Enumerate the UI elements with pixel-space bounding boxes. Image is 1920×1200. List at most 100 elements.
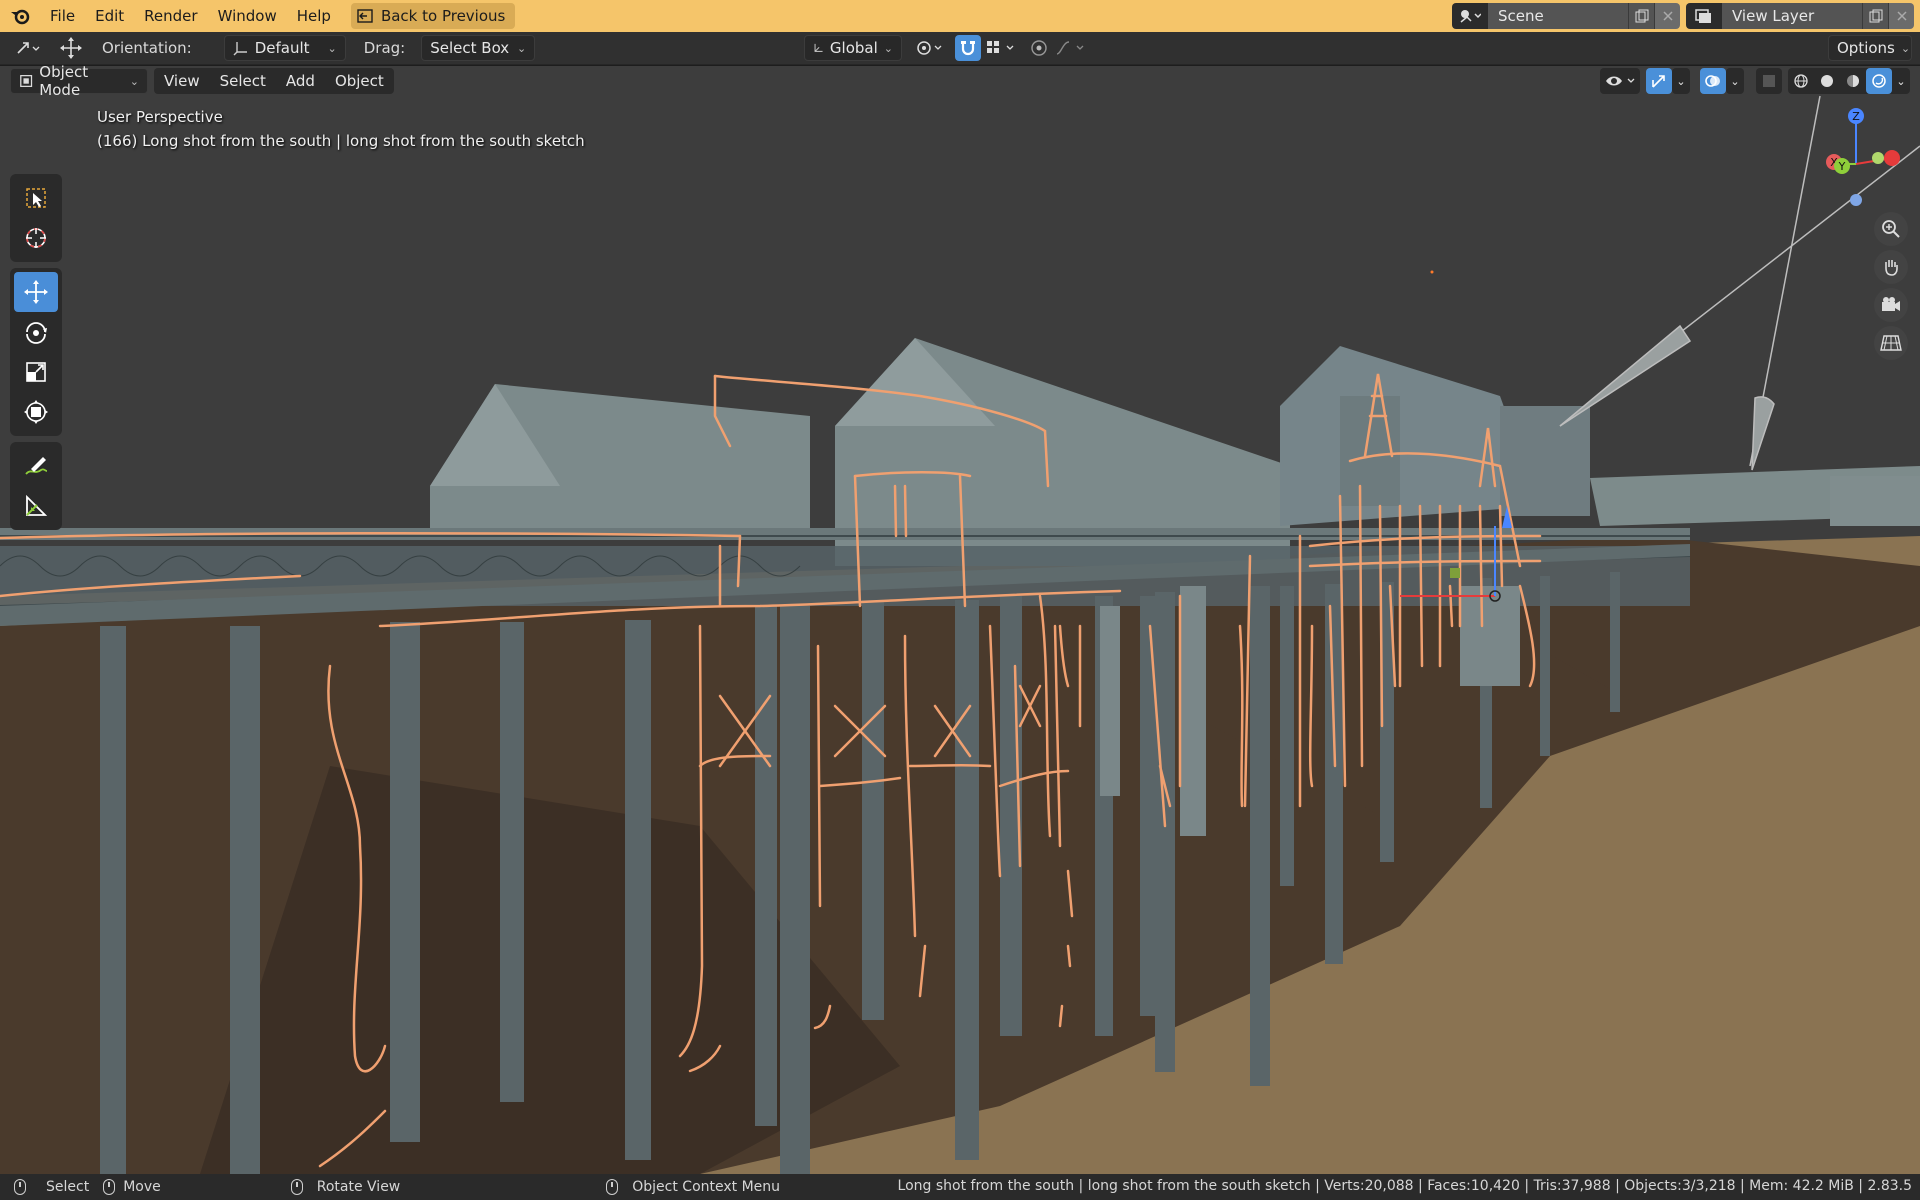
- chevron-down-icon[interactable]: ⌄: [1672, 68, 1690, 94]
- options-dropdown[interactable]: Options ⌄: [1828, 35, 1912, 61]
- perspective-toggle-icon[interactable]: [1874, 326, 1908, 360]
- menu-window[interactable]: Window: [208, 0, 287, 32]
- rotate-tool-icon[interactable]: [14, 312, 58, 352]
- view-layer-selector[interactable]: View Layer: [1686, 3, 1914, 29]
- orientation-value: Default: [254, 39, 310, 57]
- right-mouse-icon: [606, 1179, 619, 1195]
- view-perspective-label: User Perspective: [97, 108, 223, 126]
- menu-render[interactable]: Render: [134, 0, 207, 32]
- viewport-header: Object Mode ⌄ View Select Add Object ⌄ ⌄…: [0, 63, 1920, 99]
- middle-mouse-icon: [103, 1179, 116, 1195]
- orientation-dropdown[interactable]: Default ⌄: [223, 35, 346, 61]
- viewport-shading-controls: ⌄ ⌄ ⌄: [1600, 68, 1910, 94]
- tool-settings-header: Orientation: Default ⌄ Drag: Select Box …: [0, 32, 1920, 65]
- menu-view[interactable]: View: [154, 72, 210, 90]
- new-scene-icon[interactable]: [1628, 3, 1654, 29]
- tool-type-icon[interactable]: [8, 35, 48, 61]
- scene-selector[interactable]: Scene: [1452, 3, 1680, 29]
- chevron-down-icon: ⌄: [1900, 41, 1911, 55]
- annotate-tool-icon[interactable]: [14, 446, 58, 486]
- transform-orientation-dropdown[interactable]: Global ⌄: [804, 35, 902, 61]
- orientation-icon: [233, 42, 247, 56]
- menu-select[interactable]: Select: [210, 72, 276, 90]
- viewport-menus: View Select Add Object: [154, 68, 394, 94]
- shading-mode-group: ⌄: [1788, 68, 1910, 94]
- transform-orientation-value: Global: [829, 39, 878, 57]
- menu-help[interactable]: Help: [287, 0, 341, 32]
- back-label: Back to Previous: [380, 7, 506, 25]
- blender-logo-icon[interactable]: [0, 0, 40, 32]
- global-orientation-icon: [814, 43, 823, 52]
- chevron-down-icon[interactable]: ⌄: [1726, 68, 1744, 94]
- mode-value: Object Mode: [39, 63, 89, 99]
- snap-toggle-icon[interactable]: [955, 35, 981, 61]
- viewport-scene: [0, 66, 1920, 1174]
- solid-shading-icon[interactable]: [1814, 68, 1840, 94]
- status-rotate-label: Rotate View: [316, 1179, 401, 1195]
- xray-toggle-icon[interactable]: [1756, 68, 1782, 94]
- gizmo-toggle-icon[interactable]: [1646, 68, 1672, 94]
- scale-tool-icon[interactable]: [14, 352, 58, 392]
- transform-tool-icon[interactable]: [14, 392, 58, 432]
- proportional-editing-icon[interactable]: [1026, 35, 1052, 61]
- menu-add[interactable]: Add: [276, 72, 325, 90]
- mode-dropdown[interactable]: Object Mode ⌄: [10, 63, 148, 99]
- chevron-down-icon: ⌄: [883, 41, 893, 55]
- back-icon: [357, 9, 373, 23]
- active-object-info: (166) Long shot from the south | long sh…: [97, 132, 585, 150]
- scene-statistics: Long shot from the south | long shot fro…: [897, 1178, 1912, 1194]
- move-tool-icon[interactable]: [14, 272, 58, 312]
- delete-view-layer-icon[interactable]: [1888, 3, 1914, 29]
- middle-mouse-icon: [290, 1179, 303, 1195]
- material-shading-icon[interactable]: [1840, 68, 1866, 94]
- view-layer-name[interactable]: View Layer: [1722, 3, 1862, 29]
- rendered-shading-icon[interactable]: [1866, 68, 1892, 94]
- gizmo-z-label: Z: [1852, 110, 1860, 123]
- status-select-label: Select: [46, 1179, 90, 1195]
- status-context: Object Context Menu: [606, 1179, 780, 1195]
- drag-label: Drag:: [363, 39, 406, 57]
- orientation-label: Orientation:: [102, 39, 192, 57]
- chevron-down-icon: ⌄: [129, 74, 139, 88]
- back-to-previous-button[interactable]: Back to Previous: [350, 3, 516, 29]
- menu-edit[interactable]: Edit: [85, 0, 134, 32]
- 3d-viewport[interactable]: User Perspective (166) Long shot from th…: [0, 66, 1920, 1174]
- zoom-view-icon[interactable]: [1874, 212, 1908, 246]
- left-mouse-icon: [14, 1179, 26, 1195]
- drag-value: Select Box: [430, 39, 510, 57]
- overlay-toggle-icon[interactable]: [1700, 68, 1726, 94]
- scene-name[interactable]: Scene: [1488, 3, 1628, 29]
- tool-shelf: [10, 174, 62, 536]
- visibility-icon[interactable]: [1600, 68, 1640, 94]
- status-rotate: Rotate View: [290, 1179, 401, 1195]
- menu-object[interactable]: Object: [325, 72, 394, 90]
- wireframe-shading-icon[interactable]: [1788, 68, 1814, 94]
- options-label: Options: [1837, 39, 1895, 57]
- new-view-layer-icon[interactable]: [1862, 3, 1888, 29]
- status-context-label: Object Context Menu: [632, 1179, 781, 1195]
- chevron-down-icon[interactable]: ⌄: [1892, 68, 1910, 94]
- gizmo-y-label: Y: [1838, 160, 1846, 173]
- drag-dropdown[interactable]: Select Box ⌄: [421, 35, 536, 61]
- camera-view-icon[interactable]: [1874, 288, 1908, 322]
- chevron-down-icon: ⌄: [517, 41, 527, 55]
- status-move: Move: [103, 1179, 161, 1195]
- cursor-tool-icon[interactable]: [14, 218, 58, 258]
- move-tool-icon[interactable]: [58, 35, 84, 61]
- chevron-down-icon: ⌄: [327, 41, 337, 55]
- status-bar: Select Move Rotate View Object Context M…: [0, 1174, 1920, 1200]
- delete-scene-icon[interactable]: [1654, 3, 1680, 29]
- pivot-point-icon[interactable]: [912, 35, 948, 61]
- top-menubar: File Edit Render Window Help Back to Pre…: [0, 0, 1920, 32]
- falloff-icon[interactable]: [1052, 35, 1092, 61]
- object-mode-icon: [20, 75, 33, 87]
- snap-element-icon[interactable]: [982, 35, 1022, 61]
- view-layer-icon: [1686, 3, 1722, 29]
- menu-file[interactable]: File: [40, 0, 85, 32]
- pan-view-icon[interactable]: [1874, 250, 1908, 284]
- scene-icon: [1452, 3, 1488, 29]
- status-select: Select: [14, 1179, 89, 1195]
- navigation-gizmo[interactable]: Z X Y: [1806, 106, 1906, 206]
- select-box-tool-icon[interactable]: [14, 178, 58, 218]
- measure-tool-icon[interactable]: [14, 486, 58, 526]
